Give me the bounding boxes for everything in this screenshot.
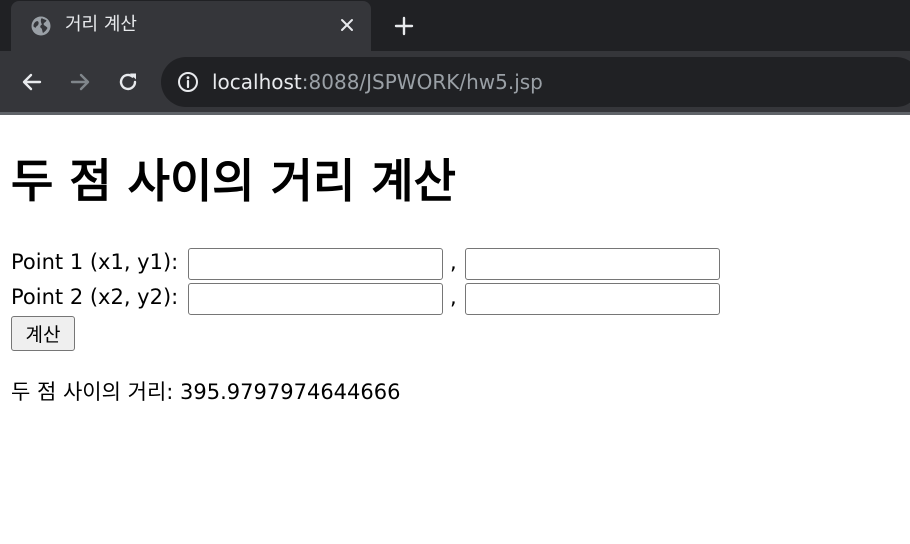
tab-strip: 거리 계산 — [0, 0, 910, 51]
point1-separator: , — [450, 250, 457, 274]
url-host: localhost — [212, 70, 302, 94]
result-value: 395.9797974644666 — [180, 380, 401, 404]
url-path: :8088/JSPWORK/hw5.jsp — [301, 70, 543, 94]
point1-row: Point 1 (x1, y1): , — [11, 247, 731, 280]
calculate-button[interactable]: 계산 — [11, 316, 75, 351]
point2-row: Point 2 (x2, y2): , — [11, 282, 731, 315]
point1-label: Point 1 (x1, y1): — [11, 250, 179, 274]
y1-input[interactable] — [465, 248, 720, 280]
plus-icon[interactable] — [392, 14, 416, 38]
page-content: 두 점 사이의 거리 계산 Point 1 (x1, y1): , Point … — [0, 115, 910, 544]
y2-input[interactable] — [465, 283, 720, 315]
info-icon[interactable] — [177, 71, 199, 93]
x1-input[interactable] — [188, 248, 443, 280]
point2-separator: , — [450, 285, 457, 309]
globe-icon — [30, 15, 52, 37]
result-line: 두 점 사이의 거리: 395.9797974644666 — [11, 377, 400, 407]
point2-label: Point 2 (x2, y2): — [11, 285, 179, 309]
browser-toolbar: localhost:8088/JSPWORK/hw5.jsp — [0, 51, 910, 112]
page-title: 두 점 사이의 거리 계산 — [11, 154, 456, 208]
address-bar[interactable]: localhost:8088/JSPWORK/hw5.jsp — [161, 57, 910, 107]
tab-title: 거리 계산 — [65, 14, 137, 35]
arrow-right-icon[interactable] — [66, 68, 94, 96]
result-label: 두 점 사이의 거리: — [11, 380, 174, 404]
close-icon[interactable] — [337, 15, 357, 35]
url-text: localhost:8088/JSPWORK/hw5.jsp — [212, 70, 543, 94]
browser-tab[interactable]: 거리 계산 — [11, 1, 371, 51]
x2-input[interactable] — [188, 283, 443, 315]
arrow-left-icon[interactable] — [18, 68, 46, 96]
reload-icon[interactable] — [114, 68, 142, 96]
